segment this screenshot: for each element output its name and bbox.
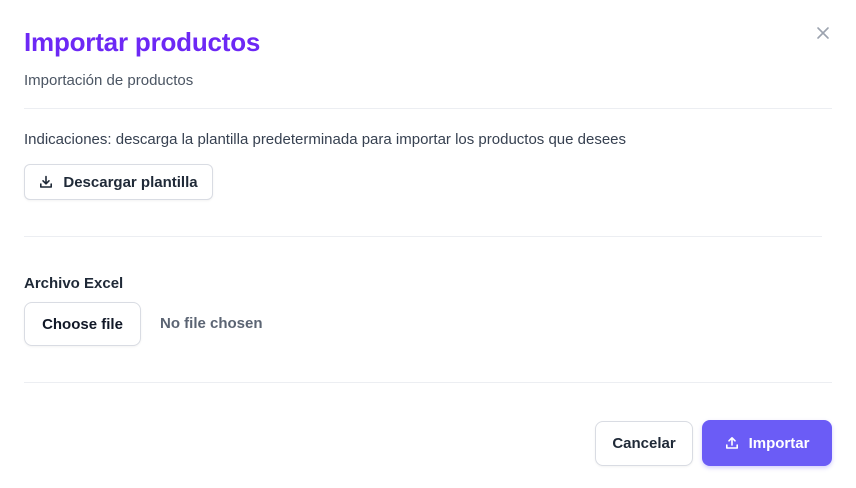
instructions-text: Indicaciones: descarga la plantilla pred…: [24, 131, 627, 148]
close-icon: [817, 27, 829, 39]
close-button[interactable]: [812, 22, 834, 44]
modal-subtitle: Importación de productos: [24, 72, 194, 89]
excel-file-label: Archivo Excel: [24, 275, 124, 292]
upload-icon: [725, 437, 738, 449]
import-label: Importar: [748, 434, 810, 452]
download-template-label: Descargar plantilla: [63, 173, 198, 191]
modal-title: Importar productos: [24, 27, 261, 57]
footer-divider: [24, 382, 832, 383]
import-products-modal: Importar productos Importación de produc…: [0, 0, 856, 488]
choose-file-button[interactable]: Choose file: [24, 302, 141, 346]
file-status-text: No file chosen: [160, 315, 263, 332]
cancel-button[interactable]: Cancelar: [595, 421, 693, 466]
download-icon: [40, 175, 53, 188]
download-template-button[interactable]: Descargar plantilla: [24, 164, 213, 200]
section-divider: [24, 236, 822, 237]
header-divider: [24, 108, 832, 109]
import-button[interactable]: Importar: [702, 420, 832, 466]
